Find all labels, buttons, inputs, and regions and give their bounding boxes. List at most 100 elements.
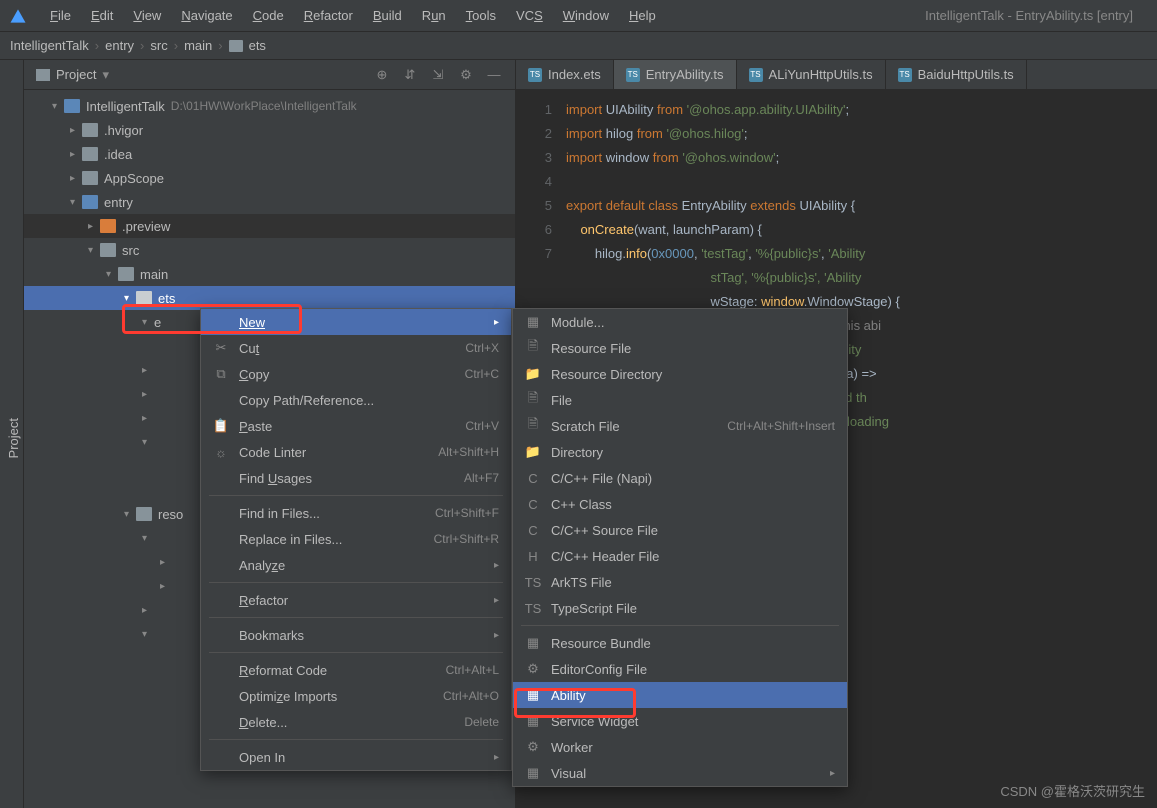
panel-title[interactable]: Project [56,67,96,82]
ts-icon: TS [525,574,541,590]
tree-item-entry[interactable]: ▾entry [24,190,515,214]
new-visual[interactable]: ▦Visual▸ [513,760,847,786]
menu-replace-in-files[interactable]: Replace in Files...Ctrl+Shift+R [201,526,511,552]
new-resource-file[interactable]: 🗎Resource File [513,335,847,361]
file-icon: 🗎 [525,392,541,408]
cpp-icon: C [525,522,541,538]
menu-vcs[interactable]: VCS [506,4,553,27]
menu-paste[interactable]: 📋PasteCtrl+V [201,413,511,439]
menu-refactor[interactable]: Refactor▸ [201,587,511,613]
menu-navigate[interactable]: Navigate [171,4,242,27]
folder-icon [82,147,98,161]
new-module[interactable]: ▦Module... [513,309,847,335]
breadcrumb-item[interactable]: IntelligentTalk [10,38,89,53]
new-resource-directory[interactable]: 📁Resource Directory [513,361,847,387]
project-tool-tab[interactable]: Project [4,410,23,466]
worker-icon: ⚙ [525,739,541,755]
editor-tab[interactable]: TSIndex.ets [516,60,614,89]
tree-item-ets[interactable]: ▾ets [24,286,515,310]
new-submenu: ▦Module... 🗎Resource File 📁Resource Dire… [512,308,848,787]
menubar: File Edit View Navigate Code Refactor Bu… [0,0,1157,32]
menu-delete[interactable]: Delete...Delete [201,709,511,735]
new-ability[interactable]: ▦Ability [513,682,847,708]
folder-icon [82,171,98,185]
cpp-icon: C [525,470,541,486]
new-scratch-file[interactable]: 🗎Scratch FileCtrl+Alt+Shift+Insert [513,413,847,439]
breadcrumb-item[interactable]: entry [105,38,134,53]
new-cpp-class[interactable]: CC++ Class [513,491,847,517]
menu-cut[interactable]: ✂CutCtrl+X [201,335,511,361]
breadcrumb-item[interactable]: main [184,38,212,53]
cpp-icon: C [525,496,541,512]
ts-icon: TS [525,600,541,616]
menu-run[interactable]: Run [412,4,456,27]
menu-tools[interactable]: Tools [456,4,506,27]
folder-icon [100,219,116,233]
menu-edit[interactable]: Edit [81,4,123,27]
folder-icon: 📁 [525,366,541,382]
visual-icon: ▦ [525,765,541,781]
menu-find-in-files[interactable]: Find in Files...Ctrl+Shift+F [201,500,511,526]
menu-build[interactable]: Build [363,4,412,27]
new-file[interactable]: 🗎File [513,387,847,413]
menu-analyze[interactable]: Analyze▸ [201,552,511,578]
menu-separator [209,652,503,653]
menu-code-linter[interactable]: ☼Code LinterAlt+Shift+H [201,439,511,465]
new-cpp-napi[interactable]: CC/C++ File (Napi) [513,465,847,491]
menu-bookmarks[interactable]: Bookmarks▸ [201,622,511,648]
collapse-icon[interactable]: ⇲ [429,66,447,84]
chevron-down-icon[interactable]: ▾ [102,67,109,83]
app-logo-icon [8,6,28,26]
tree-root[interactable]: ▾ IntelligentTalk D:\01HW\WorkPlace\Inte… [24,94,515,118]
menu-refactor[interactable]: Refactor [294,4,363,27]
folder-icon [118,267,134,281]
editor-tab[interactable]: TSEntryAbility.ts [614,60,737,89]
menu-find-usages[interactable]: Find UsagesAlt+F7 [201,465,511,491]
new-directory[interactable]: 📁Directory [513,439,847,465]
menu-copy[interactable]: ⧉CopyCtrl+C [201,361,511,387]
hide-icon[interactable]: — [485,66,503,84]
tree-item[interactable]: ▸.preview [24,214,515,238]
watermark: CSDN @霍格沃茨研究生 [1000,781,1145,800]
new-service-widget[interactable]: ▦Service Widget [513,708,847,734]
editor-tab[interactable]: TSBaiduHttpUtils.ts [886,60,1027,89]
menu-help[interactable]: Help [619,4,666,27]
breadcrumb-item[interactable]: src [150,38,167,53]
config-icon: ⚙ [525,661,541,677]
new-arkts[interactable]: TSArkTS File [513,569,847,595]
ability-icon: ▦ [525,687,541,703]
ts-file-icon: TS [626,68,640,82]
ts-file-icon: TS [898,68,912,82]
bundle-icon: ▦ [525,635,541,651]
menu-separator [209,617,503,618]
gear-icon[interactable]: ⚙ [457,66,475,84]
menu-reformat[interactable]: Reformat CodeCtrl+Alt+L [201,657,511,683]
menu-window[interactable]: Window [553,4,619,27]
menu-separator [209,495,503,496]
menu-file[interactable]: File [40,4,81,27]
menu-copy-path[interactable]: Copy Path/Reference... [201,387,511,413]
target-icon[interactable]: ⊕ [373,66,391,84]
tree-item[interactable]: ▸.hvigor [24,118,515,142]
tree-item[interactable]: ▾src [24,238,515,262]
new-typescript[interactable]: TSTypeScript File [513,595,847,621]
tree-item[interactable]: ▸.idea [24,142,515,166]
expand-icon[interactable]: ⇵ [401,66,419,84]
menu-code[interactable]: Code [243,4,294,27]
menu-open-in[interactable]: Open In▸ [201,744,511,770]
new-cpp-header[interactable]: HC/C++ Header File [513,543,847,569]
new-editorconfig[interactable]: ⚙EditorConfig File [513,656,847,682]
menu-new[interactable]: New▸ [201,309,511,335]
editor-tab[interactable]: TSALiYunHttpUtils.ts [737,60,886,89]
menu-optimize-imports[interactable]: Optimize ImportsCtrl+Alt+O [201,683,511,709]
new-resource-bundle[interactable]: ▦Resource Bundle [513,630,847,656]
folder-icon [82,123,98,137]
tree-item[interactable]: ▾main [24,262,515,286]
breadcrumb-item[interactable]: ets [249,38,266,53]
menu-view[interactable]: View [123,4,171,27]
tree-item[interactable]: ▸AppScope [24,166,515,190]
folder-icon [229,40,243,52]
new-worker[interactable]: ⚙Worker [513,734,847,760]
menu-separator [521,625,839,626]
new-cpp-source[interactable]: CC/C++ Source File [513,517,847,543]
